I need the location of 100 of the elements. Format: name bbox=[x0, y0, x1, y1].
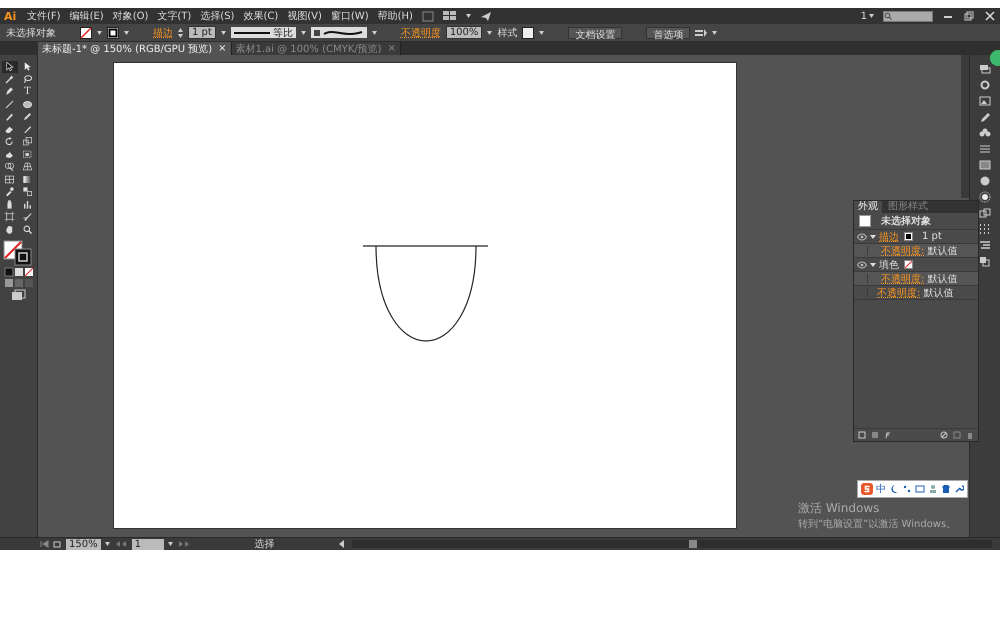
bar-chart-icon[interactable] bbox=[22, 198, 33, 210]
caret-icon[interactable] bbox=[124, 30, 129, 34]
dot-grid-icon[interactable] bbox=[978, 223, 992, 235]
stroke-link[interactable]: 描边 bbox=[153, 26, 173, 40]
direct-selection-icon[interactable] bbox=[22, 61, 33, 72]
new-square-icon[interactable] bbox=[858, 431, 866, 439]
grid-icon[interactable] bbox=[442, 11, 457, 21]
scroll-left-icon[interactable] bbox=[338, 540, 344, 548]
menu-item[interactable]: 帮助(H) bbox=[378, 9, 413, 23]
fill-stroke-swatch[interactable] bbox=[2, 240, 34, 266]
pencil-icon[interactable] bbox=[22, 111, 33, 122]
arrange-icon[interactable] bbox=[695, 28, 708, 38]
opacity-field[interactable]: 100% bbox=[446, 26, 482, 39]
stroke-profile-dropdown[interactable]: 等比 bbox=[230, 27, 296, 38]
square-icon[interactable] bbox=[978, 159, 992, 171]
filled-square-icon[interactable] bbox=[871, 431, 879, 439]
transform-icon[interactable] bbox=[978, 207, 992, 219]
caret-icon[interactable] bbox=[372, 30, 377, 34]
lines-icon[interactable] bbox=[978, 143, 992, 155]
pathfinder-icon[interactable] bbox=[978, 255, 992, 267]
blend-icon[interactable] bbox=[22, 186, 33, 198]
square-icon[interactable] bbox=[422, 10, 434, 22]
artboard-field[interactable]: 1 bbox=[132, 538, 164, 550]
menu-item[interactable]: 视图(V) bbox=[287, 9, 322, 23]
menu-item[interactable]: 文字(T) bbox=[157, 9, 192, 23]
paper-plane-icon[interactable] bbox=[480, 10, 492, 22]
stroke-weight-field[interactable]: 1 pt bbox=[188, 26, 216, 39]
caret-icon[interactable] bbox=[300, 30, 306, 34]
wrench-icon[interactable] bbox=[954, 484, 964, 494]
search-field[interactable] bbox=[883, 10, 933, 22]
horizontal-scrollbar[interactable] bbox=[352, 540, 992, 548]
shape-builder-icon[interactable] bbox=[4, 161, 15, 172]
style-swatch[interactable] bbox=[522, 26, 534, 38]
hand-icon[interactable] bbox=[4, 224, 15, 235]
caret-icon[interactable] bbox=[869, 14, 874, 18]
zoom-field[interactable]: 150% bbox=[66, 538, 101, 550]
draw-mode-icon[interactable] bbox=[2, 278, 34, 288]
gradient-icon[interactable] bbox=[22, 174, 33, 185]
sun-icon[interactable] bbox=[978, 191, 992, 203]
shirt-icon[interactable] bbox=[941, 484, 951, 494]
caret-icon[interactable] bbox=[168, 542, 173, 546]
menu-item[interactable]: 编辑(E) bbox=[70, 9, 104, 23]
input-mode[interactable]: 中 bbox=[876, 482, 886, 496]
color-mode-icon[interactable] bbox=[2, 267, 34, 277]
caret-icon[interactable] bbox=[539, 30, 544, 34]
toolbar-button[interactable]: 首选项 bbox=[646, 26, 690, 38]
layers-icon[interactable] bbox=[978, 63, 992, 75]
artboard-icon[interactable] bbox=[4, 211, 15, 222]
punctuation-icon[interactable] bbox=[902, 484, 912, 494]
keyboard-icon[interactable] bbox=[915, 484, 925, 494]
opacity-link[interactable]: 不透明度 bbox=[400, 26, 441, 40]
sphere-icon[interactable] bbox=[978, 175, 992, 187]
disclosure-triangle-icon[interactable] bbox=[870, 262, 876, 268]
pencil-icon[interactable] bbox=[978, 111, 992, 123]
free-transform-icon[interactable] bbox=[22, 148, 33, 160]
fill-none-swatch[interactable] bbox=[80, 26, 92, 38]
trash-icon[interactable] bbox=[966, 431, 974, 439]
vertical-scrollbar[interactable] bbox=[961, 55, 969, 198]
fx-icon[interactable] bbox=[884, 431, 892, 439]
rotate-icon[interactable] bbox=[4, 136, 15, 148]
eye-icon[interactable] bbox=[857, 260, 867, 268]
scale-icon[interactable] bbox=[22, 136, 33, 148]
document-tab[interactable]: 未标题-1* @ 150% (RGB/GPU 预览) × bbox=[38, 42, 232, 55]
lasso-icon[interactable] bbox=[22, 74, 33, 85]
s-logo-icon[interactable] bbox=[861, 483, 873, 495]
fill-none-swatch[interactable] bbox=[904, 260, 913, 269]
ellipse-icon[interactable] bbox=[22, 98, 33, 110]
toolbar-button[interactable]: 文档设置 bbox=[568, 26, 622, 38]
ime-toolbar[interactable]: 中 bbox=[857, 480, 968, 498]
menu-item[interactable]: 文件(F) bbox=[27, 9, 61, 23]
restore-icon[interactable] bbox=[963, 11, 975, 21]
caret-icon[interactable] bbox=[104, 542, 110, 546]
perspective-grid-icon[interactable] bbox=[22, 161, 33, 172]
line-icon[interactable] bbox=[4, 98, 15, 110]
disclosure-triangle-icon[interactable] bbox=[870, 234, 876, 240]
magic-wand-icon[interactable] bbox=[4, 74, 15, 85]
slice-icon[interactable] bbox=[22, 211, 33, 222]
opacity-link[interactable]: 不透明度: bbox=[877, 286, 920, 300]
close-icon[interactable] bbox=[984, 11, 996, 21]
eyedropper-icon[interactable] bbox=[4, 186, 15, 198]
pen-icon[interactable] bbox=[4, 86, 15, 98]
stroke-link[interactable]: 描边 bbox=[879, 230, 901, 244]
screen-mode-icon[interactable] bbox=[10, 289, 26, 301]
menu-item[interactable]: 效果(C) bbox=[243, 9, 278, 23]
tab-close[interactable]: × bbox=[218, 43, 226, 54]
workspace-number[interactable]: 1 bbox=[860, 10, 867, 22]
brush-dropdown[interactable] bbox=[310, 27, 367, 38]
brush-icon[interactable] bbox=[4, 111, 15, 122]
image-icon[interactable] bbox=[978, 95, 992, 107]
stroke-swatch[interactable] bbox=[107, 26, 119, 38]
caret-icon[interactable] bbox=[97, 30, 102, 34]
stroke-swatch[interactable] bbox=[904, 232, 913, 241]
zoom-icon[interactable] bbox=[22, 224, 33, 235]
mesh-icon[interactable] bbox=[4, 174, 15, 185]
duplicate-icon[interactable] bbox=[953, 431, 961, 439]
clear-icon[interactable] bbox=[940, 431, 948, 439]
panel-tab[interactable]: 图形样式 bbox=[884, 201, 932, 213]
first-page-icon[interactable] bbox=[40, 540, 49, 548]
caret-icon[interactable] bbox=[712, 30, 718, 34]
type-tool[interactable]: T bbox=[20, 86, 36, 98]
